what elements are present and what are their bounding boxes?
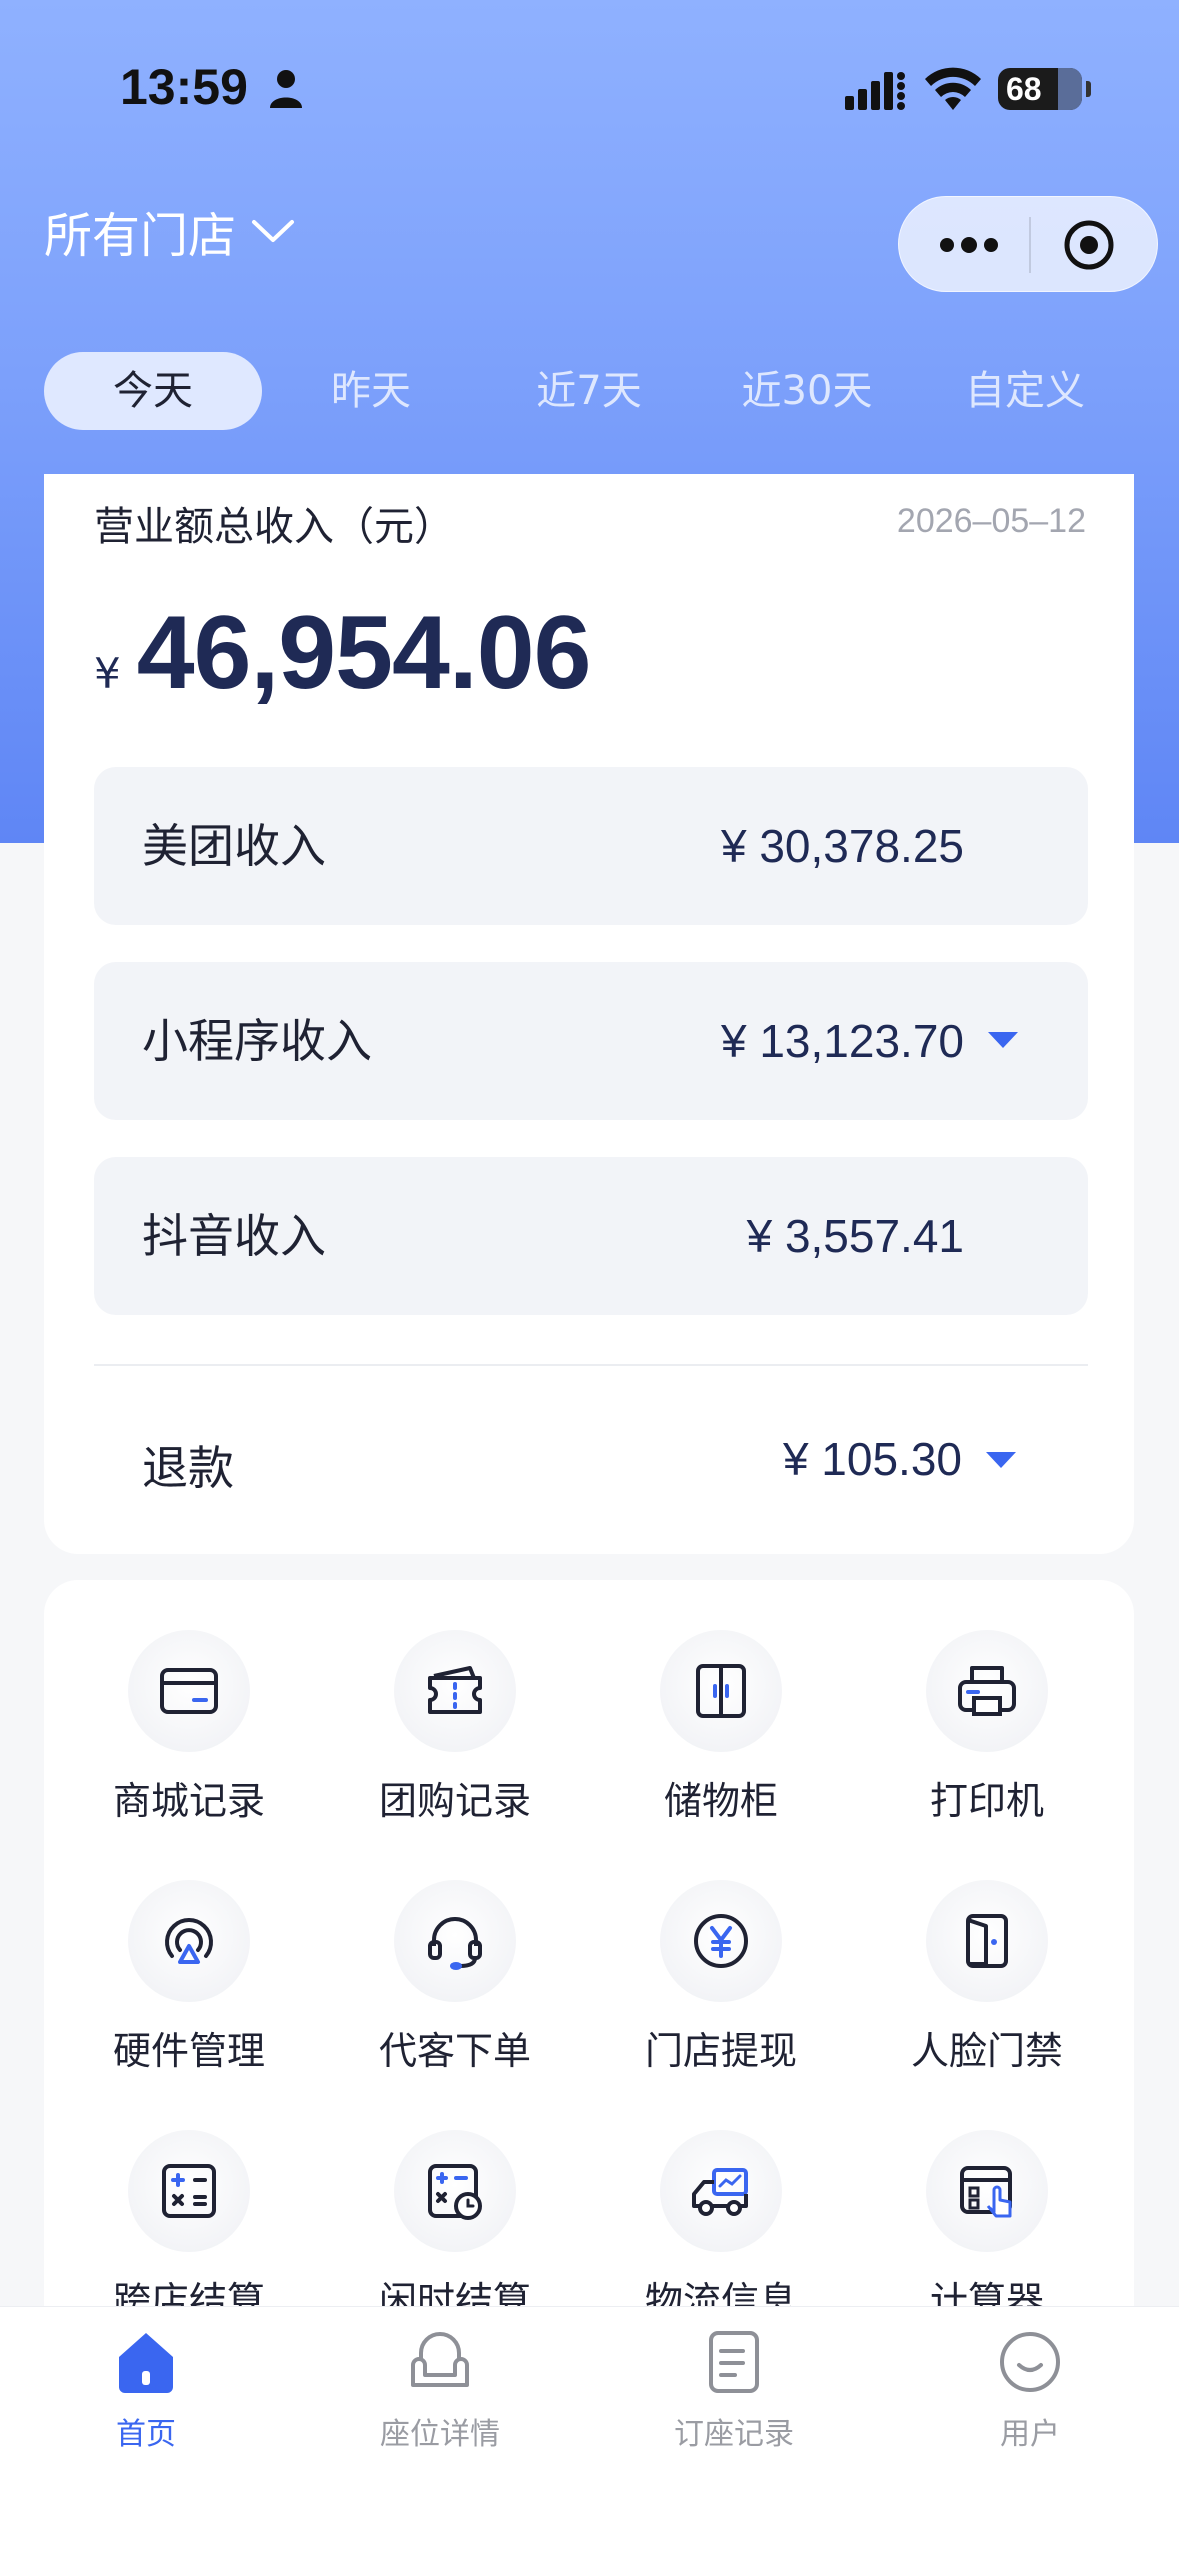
user-icon: [1000, 2332, 1060, 2392]
card-icon: [160, 1668, 218, 1714]
store-selector-label: 所有门店: [44, 208, 237, 264]
caret-down-icon[interactable]: [984, 1450, 1018, 1470]
tab-last-30-days[interactable]: 近30天: [698, 352, 916, 430]
feature-group-buy-records[interactable]: 团购记录: [310, 1580, 576, 1823]
ticket-icon: [428, 1666, 482, 1714]
status-bar: 13:59 68: [0, 0, 1179, 170]
status-time: 13:59: [120, 59, 248, 115]
feature-hardware-management[interactable]: 硬件管理: [44, 1830, 310, 2073]
wifi-icon: [925, 67, 981, 110]
feature-label: 储物柜: [663, 1779, 778, 1823]
store-selector[interactable]: 所有门店: [44, 196, 296, 266]
feature-label: 团购记录: [378, 1779, 531, 1823]
feature-cross-store-settlement[interactable]: 跨店结算: [44, 2080, 310, 2323]
home-icon: [119, 2333, 173, 2393]
feature-label: 代客下单: [378, 2029, 531, 2073]
revenue-card: 营业额总收入（元） 2026–05–12 ¥ 46,954.06 美团收入 ¥ …: [44, 474, 1134, 1554]
battery-level: 68: [1006, 71, 1042, 107]
feature-label: 打印机: [929, 1779, 1044, 1823]
feature-store-withdrawal[interactable]: 门店提现: [576, 1830, 842, 2073]
income-value: ¥ 3,557.41: [746, 1210, 964, 1262]
revenue-title: 营业额总收入（元）: [94, 504, 454, 550]
close-target-icon[interactable]: [1061, 217, 1117, 273]
bottom-tab-bar: 首页 座位详情 订座记录 用户: [0, 2306, 1179, 2556]
total-amount: 46,954.06: [136, 595, 592, 711]
feature-label: 人脸门禁: [910, 2029, 1063, 2073]
tab-label: 座位详情: [380, 2417, 500, 2452]
revenue-date: 2026–05–12: [896, 502, 1086, 540]
income-label: 抖音收入: [142, 1209, 326, 1263]
income-label: 美团收入: [142, 819, 326, 873]
feature-idle-time-settlement[interactable]: 闲时结算: [310, 2080, 576, 2323]
capsule-divider: [1029, 217, 1031, 273]
income-value: ¥ 13,123.70: [720, 1015, 964, 1067]
feature-label: 硬件管理: [112, 2029, 265, 2073]
touch-calculator-icon: [960, 2166, 1012, 2218]
feature-printer[interactable]: 打印机: [842, 1580, 1108, 1823]
refund-label: 退款: [142, 1441, 234, 1495]
clock-calculator-icon: [428, 2164, 482, 2220]
person-icon: [270, 70, 302, 108]
tab-seat-details[interactable]: 座位详情: [330, 2327, 550, 2453]
feature-label: 商城记录: [112, 1779, 265, 1823]
feature-face-access[interactable]: 人脸门禁: [842, 1830, 1108, 2073]
feature-label: 门店提现: [644, 2029, 797, 2073]
refund-value[interactable]: ¥ 105.30: [783, 1432, 962, 1486]
feature-logistics-info[interactable]: 物流信息: [576, 2080, 842, 2323]
revenue-total: ¥ 46,954.06: [94, 594, 592, 713]
date-range-tabs: 今天 昨天 近7天 近30天 自定义: [44, 352, 1136, 430]
calculator-icon: [162, 2164, 216, 2218]
battery-icon: 68: [998, 68, 1091, 110]
income-value: ¥ 30,378.25: [720, 820, 964, 872]
cellular-signal-icon: [845, 72, 905, 110]
tab-custom[interactable]: 自定义: [916, 352, 1134, 430]
tab-user[interactable]: 用户: [920, 2327, 1140, 2453]
feature-calculator[interactable]: 计算器: [842, 2080, 1108, 2323]
more-icon[interactable]: [937, 227, 1001, 263]
caret-down-icon[interactable]: [986, 1030, 1020, 1050]
tab-last-7-days[interactable]: 近7天: [480, 352, 698, 430]
divider: [94, 1364, 1088, 1366]
tab-home[interactable]: 首页: [36, 2327, 256, 2453]
door-icon: [966, 1914, 1008, 1968]
tab-booking-records[interactable]: 订座记录: [624, 2327, 844, 2453]
feature-mall-records[interactable]: 商城记录: [44, 1580, 310, 1823]
tab-yesterday[interactable]: 昨天: [262, 352, 480, 430]
feature-locker[interactable]: 储物柜: [576, 1580, 842, 1823]
tab-today[interactable]: 今天: [44, 352, 262, 430]
headset-icon: [428, 1917, 482, 1970]
booking-icon: [709, 2331, 759, 2393]
tab-label: 首页: [116, 2417, 176, 2452]
locker-icon: [696, 1664, 746, 1718]
feature-order-for-customer[interactable]: 代客下单: [310, 1830, 576, 2073]
truck-icon: [692, 2168, 748, 2216]
meituan-income-row[interactable]: 美团收入 ¥ 30,378.25: [94, 767, 1088, 925]
tab-label: 用户: [1000, 2417, 1060, 2452]
miniprogram-capsule: [898, 196, 1158, 292]
yen-icon: [694, 1914, 748, 1968]
device-icon: [165, 1918, 213, 1964]
seat-icon: [411, 2332, 469, 2387]
chevron-down-icon: [252, 220, 295, 242]
miniprogram-income-row[interactable]: 小程序收入 ¥ 13,123.70: [94, 962, 1088, 1120]
income-label: 小程序收入: [142, 1014, 372, 1068]
douyin-income-row[interactable]: 抖音收入 ¥ 3,557.41: [94, 1157, 1088, 1315]
printer-icon: [958, 1666, 1016, 1716]
tab-label: 订座记录: [674, 2417, 794, 2452]
currency-symbol: ¥: [94, 649, 121, 698]
